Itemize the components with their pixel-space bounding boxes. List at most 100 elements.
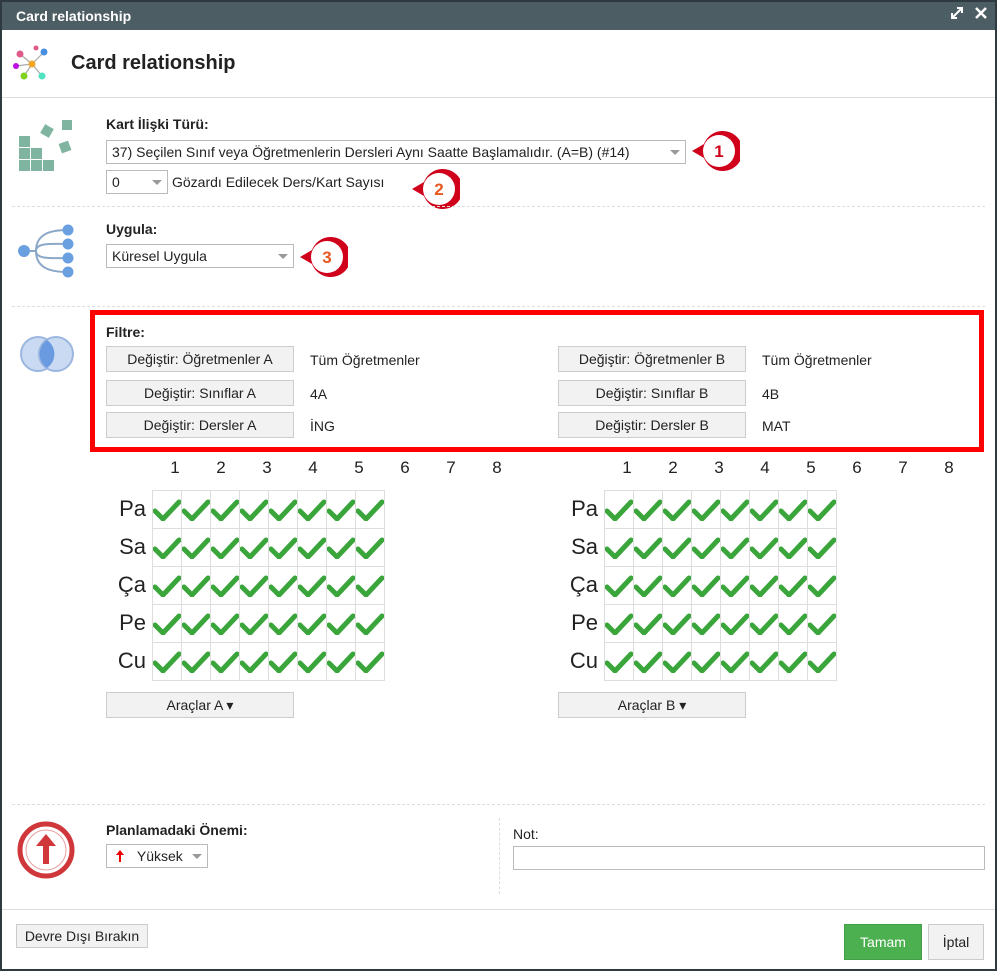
timetable-cell[interactable]	[691, 566, 721, 605]
timetable-cell[interactable]	[749, 566, 779, 605]
timetable-cell[interactable]	[268, 528, 298, 567]
classes-a-value: 4A	[310, 386, 328, 402]
timetable-cell[interactable]	[662, 604, 692, 643]
timetable-cell[interactable]	[691, 528, 721, 567]
timetable-cell[interactable]	[239, 566, 269, 605]
timetable-cell[interactable]	[239, 604, 269, 643]
timetable-cell[interactable]	[297, 528, 327, 567]
ignore-count-select[interactable]: 0	[106, 170, 168, 194]
timetable-cell[interactable]	[807, 528, 837, 567]
timetable-cell[interactable]	[691, 642, 721, 681]
cancel-button[interactable]: İptal	[928, 924, 984, 960]
change-classes-b-button[interactable]: Değiştir: Sınıflar B	[558, 380, 746, 406]
maximize-icon[interactable]	[949, 6, 965, 24]
timetable-cell[interactable]	[297, 490, 327, 529]
timetable-cell[interactable]	[181, 604, 211, 643]
timetable-cell[interactable]	[355, 642, 385, 681]
timetable-cell[interactable]	[297, 642, 327, 681]
timetable-cell[interactable]	[807, 566, 837, 605]
timetable-cell[interactable]	[778, 528, 808, 567]
timetable-cell[interactable]	[326, 642, 356, 681]
timetable-cell[interactable]	[749, 490, 779, 529]
timetable-cell[interactable]	[152, 642, 182, 681]
timetable-cell[interactable]	[152, 566, 182, 605]
timetable-cell[interactable]	[720, 528, 750, 567]
timetable-cell[interactable]	[691, 604, 721, 643]
timetable-cell[interactable]	[749, 642, 779, 681]
timetable-cell[interactable]	[326, 490, 356, 529]
timetable-cell[interactable]	[268, 604, 298, 643]
close-icon[interactable]	[973, 6, 989, 24]
timetable-cell[interactable]	[778, 490, 808, 529]
timetable-cell[interactable]	[326, 528, 356, 567]
timetable-cell[interactable]	[807, 604, 837, 643]
timetable-cell[interactable]	[604, 642, 634, 681]
change-lessons-b-button[interactable]: Değiştir: Dersler B	[558, 412, 746, 438]
timetable-cell[interactable]	[181, 490, 211, 529]
timetable-cell[interactable]	[633, 566, 663, 605]
timetable-cell[interactable]	[749, 528, 779, 567]
timetable-cell[interactable]	[691, 490, 721, 529]
timetable-cell[interactable]	[778, 566, 808, 605]
timetable-cell[interactable]	[210, 490, 240, 529]
timetable-cell[interactable]	[152, 604, 182, 643]
timetable-cell[interactable]	[662, 490, 692, 529]
tools-a-button[interactable]: Araçlar A ▾	[106, 692, 294, 718]
timetable-cell[interactable]	[355, 528, 385, 567]
timetable-cell[interactable]	[633, 604, 663, 643]
timetable-cell[interactable]	[210, 604, 240, 643]
timetable-cell[interactable]	[297, 566, 327, 605]
timetable-cell[interactable]	[807, 490, 837, 529]
change-teachers-a-button[interactable]: Değiştir: Öğretmenler A	[106, 346, 294, 372]
timetable-cell[interactable]	[239, 642, 269, 681]
timetable-cell[interactable]	[210, 528, 240, 567]
timetable-cell[interactable]	[604, 566, 634, 605]
timetable-cell[interactable]	[210, 566, 240, 605]
timetable-cell[interactable]	[268, 642, 298, 681]
timetable-cell[interactable]	[152, 490, 182, 529]
timetable-cell[interactable]	[662, 566, 692, 605]
disable-button[interactable]: Devre Dışı Bırakın	[16, 924, 148, 948]
change-lessons-a-button[interactable]: Değiştir: Dersler A	[106, 412, 294, 438]
timetable-cell[interactable]	[326, 604, 356, 643]
timetable-cell[interactable]	[720, 490, 750, 529]
timetable-cell[interactable]	[604, 528, 634, 567]
timetable-cell[interactable]	[297, 604, 327, 643]
timetable-cell[interactable]	[778, 604, 808, 643]
relation-type-select[interactable]: 37) Seçilen Sınıf veya Öğretmenlerin Der…	[106, 140, 686, 164]
apply-select[interactable]: Küresel Uygula	[106, 244, 294, 268]
timetable-cell[interactable]	[604, 490, 634, 529]
timetable-cell[interactable]	[268, 490, 298, 529]
timetable-cell[interactable]	[355, 566, 385, 605]
timetable-cell[interactable]	[268, 566, 298, 605]
timetable-cell[interactable]	[181, 528, 211, 567]
timetable-cell[interactable]	[720, 642, 750, 681]
change-teachers-b-button[interactable]: Değiştir: Öğretmenler B	[558, 346, 746, 372]
timetable-cell[interactable]	[181, 642, 211, 681]
tools-b-button[interactable]: Araçlar B ▾	[558, 692, 746, 718]
timetable-cell[interactable]	[239, 528, 269, 567]
timetable-cell[interactable]	[633, 490, 663, 529]
title-bar[interactable]: Card relationship	[2, 2, 995, 30]
timetable-cell[interactable]	[633, 528, 663, 567]
timetable-cell[interactable]	[633, 642, 663, 681]
timetable-cell[interactable]	[749, 604, 779, 643]
ok-button[interactable]: Tamam	[844, 924, 922, 960]
timetable-cell[interactable]	[662, 528, 692, 567]
timetable-cell[interactable]	[720, 566, 750, 605]
change-classes-a-button[interactable]: Değiştir: Sınıflar A	[106, 380, 294, 406]
importance-select[interactable]: Yüksek	[106, 844, 208, 868]
timetable-cell[interactable]	[326, 566, 356, 605]
timetable-cell[interactable]	[181, 566, 211, 605]
timetable-cell[interactable]	[604, 604, 634, 643]
timetable-cell[interactable]	[720, 604, 750, 643]
timetable-cell[interactable]	[152, 528, 182, 567]
timetable-cell[interactable]	[239, 490, 269, 529]
timetable-cell[interactable]	[355, 604, 385, 643]
timetable-cell[interactable]	[807, 642, 837, 681]
timetable-cell[interactable]	[210, 642, 240, 681]
note-input[interactable]	[513, 846, 985, 870]
timetable-cell[interactable]	[662, 642, 692, 681]
timetable-cell[interactable]	[778, 642, 808, 681]
timetable-cell[interactable]	[355, 490, 385, 529]
